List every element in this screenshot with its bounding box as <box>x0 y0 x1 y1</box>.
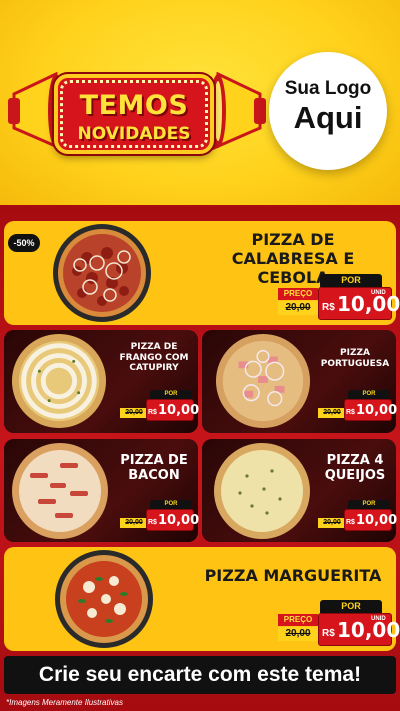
pizza-frango-image <box>11 333 107 429</box>
logo-line1: Sua Logo <box>284 78 372 99</box>
pizza-calabresa-image <box>53 224 151 322</box>
product-name: PIZZA DE FRANGO COM CATUPIRY <box>119 342 189 374</box>
logo-placeholder[interactable]: Sua Logo Aqui <box>269 52 387 170</box>
price-tag: POR 20,00 R$ 10,00 <box>118 500 199 532</box>
badge-frame: TEMOS NOVIDADES <box>54 74 214 154</box>
pizza-4-queijos-image <box>214 443 310 539</box>
product-name: PIZZA 4 QUEIJOS <box>324 453 386 484</box>
cta-banner[interactable]: Crie seu encarte com este tema! <box>4 656 396 694</box>
product-name: PIZZA PORTUGUESA <box>320 348 390 369</box>
price-tag: POR 20,00 R$ 10,00 <box>316 500 397 532</box>
product-name: PIZZA DE BACON <box>120 453 188 484</box>
pizza-portuguesa-image <box>215 333 311 429</box>
pizza-marguerita-image <box>55 550 153 648</box>
price-tag: POR 20,00 R$ 10,00 <box>118 390 199 422</box>
badge-title-line2: NOVIDADES <box>77 124 191 144</box>
pizza-bacon-image <box>12 443 108 539</box>
megaphone-icon <box>210 72 266 150</box>
logo-line2: Aqui <box>293 100 363 135</box>
product-name: PIZZA MARGUERITA <box>204 566 382 585</box>
price-tag: POR 20,00 R$ 10,00 <box>316 390 397 422</box>
price-tag: POR PREÇO 20,00 R$ 10,00 UNID <box>276 600 400 648</box>
novidades-badge: TEMOS NOVIDADES <box>6 62 268 172</box>
disclaimer-text: *Imagens Meramente Ilustrativas <box>6 698 123 707</box>
badge-title-line1: TEMOS <box>79 90 189 121</box>
price-tag: POR PREÇO 20,00 R$ 10,00 UNID <box>276 274 400 322</box>
discount-badge: -50% <box>8 234 40 252</box>
